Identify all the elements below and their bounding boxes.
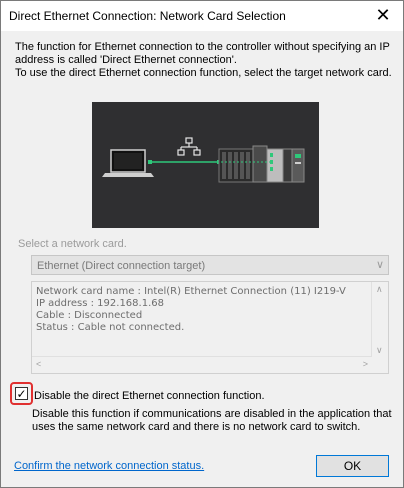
disable-direct-ethernet-checkbox[interactable]: ✓ [15,387,28,400]
disable-note-line-2: uses the same network card and there is … [32,421,361,433]
chevron-down-icon: ∨ [375,259,384,271]
checkbox-highlight: ✓ [10,382,33,405]
controller-rack-icon [218,145,305,183]
network-card-label: Select a network card. [18,238,127,250]
network-card-selected-value: Ethernet (Direct connection target) [37,260,206,272]
vertical-scrollbar[interactable]: ∧ ∨ [371,282,388,358]
title-bar[interactable]: Direct Ethernet Connection: Network Card… [1,1,403,31]
connection-illustration [102,137,305,183]
disable-option-note: Disable this function if communications … [32,408,392,434]
ok-button[interactable]: OK [316,455,389,477]
close-icon[interactable]: ✕ [371,4,395,26]
network-card-info-box: Network card name : Intel(R) Ethernet Co… [31,281,389,374]
scroll-up-icon[interactable]: ∧ [376,284,383,295]
network-icon [177,137,201,156]
disable-note-line-1: Disable this function if communications … [32,408,392,420]
disable-direct-ethernet-label[interactable]: Disable the direct Ethernet connection f… [34,390,265,402]
info-line-cable: Cable : Disconnected [36,310,143,321]
description-text: The function for Ethernet connection to … [15,41,393,80]
description-line-2: address is called 'Direct Ethernet conne… [15,54,237,66]
scroll-right-icon[interactable]: > [363,359,368,369]
network-card-dropdown[interactable]: Ethernet (Direct connection target) ∨ [31,255,389,275]
info-line-card-name: Network card name : Intel(R) Ethernet Co… [36,286,346,297]
description-line-1: The function for Ethernet connection to … [15,41,390,53]
ethernet-cable-icon [148,160,221,164]
horizontal-scrollbar[interactable]: < > [32,356,372,373]
window-title: Direct Ethernet Connection: Network Card… [9,9,286,23]
connection-diagram [92,102,319,228]
info-line-status: Status : Cable not connected. [36,322,185,333]
dialog-window: Direct Ethernet Connection: Network Card… [0,0,404,488]
laptop-icon [102,149,154,177]
scroll-left-icon[interactable]: < [36,359,41,369]
confirm-network-status-link[interactable]: Confirm the network connection status. [14,460,204,472]
scroll-down-icon[interactable]: ∨ [376,345,383,356]
info-line-ip-address: IP address : 192.168.1.68 [36,298,164,309]
description-line-3: To use the direct Ethernet connection fu… [15,67,392,79]
